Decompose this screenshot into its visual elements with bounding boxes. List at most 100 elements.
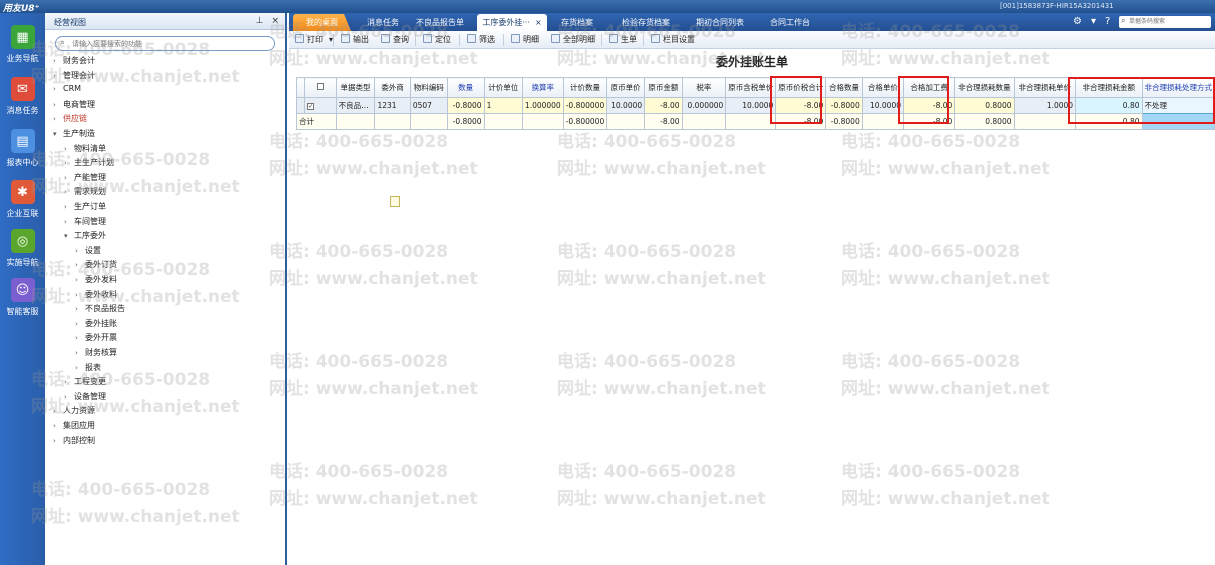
table-cell[interactable]: -8.00 <box>902 97 956 114</box>
column-header[interactable]: 物料编码 <box>409 77 448 98</box>
tree-node[interactable]: › 委外开票 <box>75 332 117 346</box>
select-all-checkbox[interactable] <box>316 83 324 90</box>
chevron-right-icon[interactable]: › <box>75 291 85 299</box>
chevron-right-icon[interactable]: › <box>75 334 85 342</box>
chevron-right-icon[interactable]: › <box>64 393 74 401</box>
table-cell[interactable]: 1.0000 <box>1013 97 1077 114</box>
floating-checkbox[interactable] <box>390 196 400 207</box>
tab-7[interactable]: 合同工作台 <box>759 14 821 31</box>
chevron-right-icon[interactable]: › <box>53 85 63 93</box>
toolbar-button-4[interactable]: 筛选 <box>467 34 495 46</box>
tree-node[interactable]: › 报表 <box>75 362 101 376</box>
toolbar-button-5[interactable]: 明细 <box>511 34 539 46</box>
table-cell[interactable]: 10.0000 <box>861 97 904 114</box>
chevron-down-icon[interactable]: ▾ <box>64 232 74 240</box>
tree-node[interactable]: › 内部控制 <box>53 435 95 449</box>
tree-node[interactable]: › 工程变更 <box>64 376 106 390</box>
column-header[interactable]: 原币价税合计 <box>775 77 827 98</box>
chevron-right-icon[interactable]: › <box>53 407 63 415</box>
tab-6[interactable]: 期初合同列表 <box>685 14 755 31</box>
nav-item-4[interactable]: ◎ 实施导航 <box>0 229 45 277</box>
chevron-right-icon[interactable]: › <box>64 218 74 226</box>
column-header[interactable]: 合格数量 <box>825 77 863 98</box>
column-header[interactable]: 非合理损耗处理方式 <box>1141 77 1215 98</box>
chevron-right-icon[interactable]: › <box>53 437 63 445</box>
column-header[interactable]: 计价数量 <box>562 77 608 98</box>
tree-node[interactable]: ▾ 生产制造 <box>53 128 95 142</box>
tree-node[interactable]: › 不良品报告 <box>75 303 125 317</box>
table-cell[interactable]: 10.0000 <box>606 97 646 114</box>
chevron-right-icon[interactable]: › <box>64 145 74 153</box>
column-header[interactable]: 非合理损耗单价 <box>1013 77 1077 98</box>
table-cell[interactable]: -0.8000 <box>446 97 485 114</box>
table-cell[interactable]: -8.00 <box>775 97 827 114</box>
pin-icon[interactable]: ⊥ <box>256 16 264 26</box>
tree-node[interactable]: › 电商管理 <box>53 99 95 113</box>
chevron-right-icon[interactable]: › <box>75 247 85 255</box>
table-cell[interactable]: -0.800000 <box>562 97 608 114</box>
tree-node[interactable]: › 财务会计 <box>53 55 95 69</box>
chevron-right-icon[interactable]: › <box>64 159 74 167</box>
settings-icon[interactable]: ⚙ <box>1073 16 1082 27</box>
table-cell[interactable]: -0.8000 <box>825 97 863 114</box>
table-cell[interactable]: 不处理 <box>1141 97 1215 114</box>
row-checkbox[interactable]: ✓ <box>307 103 315 110</box>
tab-close-icon[interactable]: × <box>535 18 542 27</box>
chevron-right-icon[interactable]: › <box>64 378 74 386</box>
tree-node[interactable]: › 生产订单 <box>64 201 106 215</box>
chevron-right-icon[interactable]: › <box>64 174 74 182</box>
column-header[interactable]: 换算率 <box>521 77 564 98</box>
column-header[interactable]: 原币单价 <box>606 77 646 98</box>
column-header[interactable]: 合格单价 <box>861 77 904 98</box>
chevron-right-icon[interactable]: › <box>75 364 85 372</box>
tree-node[interactable]: › 物料清单 <box>64 143 106 157</box>
nav-item-5[interactable]: ☺ 智能客服 <box>0 278 45 326</box>
tree-node[interactable]: › CRM <box>53 84 81 98</box>
nav-item-1[interactable]: ✉ 消息任务 <box>0 77 45 125</box>
table-cell[interactable]: 1.000000 <box>521 97 564 114</box>
toolbar-button-7[interactable]: 生单 <box>609 34 637 46</box>
tree-node[interactable]: › 车间管理 <box>64 216 106 230</box>
tree-node[interactable]: › 委外挂账 <box>75 318 117 332</box>
tree-node[interactable]: › 集团应用 <box>53 420 95 434</box>
nav-item-2[interactable]: ▤ 报表中心 <box>0 129 45 177</box>
tab-5[interactable]: 检验存货档案 <box>611 14 681 31</box>
tree-node[interactable]: › 设置 <box>75 245 101 259</box>
chevron-right-icon[interactable]: › <box>75 261 85 269</box>
toolbar-button-1[interactable]: 输出 <box>341 34 369 46</box>
document-search-box[interactable]: ⌕ <box>1119 16 1211 28</box>
column-header[interactable]: 合格加工费 <box>902 77 956 98</box>
toolbar-button-3[interactable]: 定位 <box>423 34 451 46</box>
table-row[interactable]: ✓ 不良品… 1231 0507 -0.8000 1 1.000000 -0.800000 10… <box>295 97 1215 114</box>
chevron-right-icon[interactable]: › <box>53 72 63 80</box>
table-cell[interactable]: 不良品… <box>335 97 376 114</box>
help-icon[interactable]: ? <box>1105 16 1110 27</box>
toolbar-button-2[interactable]: 查询 <box>381 34 409 46</box>
table-cell[interactable]: 1231 <box>374 97 411 114</box>
tab-4[interactable]: 存货档案 <box>547 14 607 31</box>
column-header[interactable]: 原币含税单价 <box>725 77 777 98</box>
tree-node[interactable]: › 委外订货 <box>75 259 117 273</box>
select-all-header[interactable] <box>304 77 337 98</box>
toolbar-button-0[interactable]: 打印 ▾ <box>295 34 333 46</box>
toolbar-button-6[interactable]: 全部明细 <box>551 34 595 46</box>
table-cell[interactable]: 0.000000 <box>681 97 727 114</box>
column-header[interactable]: 非合理损耗金额 <box>1075 77 1143 98</box>
tree-node[interactable]: › 管理会计 <box>53 70 95 84</box>
table-cell[interactable]: 1 <box>483 97 523 114</box>
close-icon[interactable]: × <box>271 16 279 26</box>
tree-node[interactable]: › 人力资源 <box>53 405 95 419</box>
tab-3[interactable]: 工序委外挂··· × <box>477 14 547 31</box>
chevron-right-icon[interactable]: › <box>75 320 85 328</box>
toolbar-button-8[interactable]: 栏目设置 <box>651 34 695 46</box>
tree-node[interactable]: › 委外发料 <box>75 274 117 288</box>
column-header[interactable]: 委外商 <box>374 77 411 98</box>
tree-search-input[interactable] <box>72 38 267 49</box>
chevron-right-icon[interactable]: › <box>75 276 85 284</box>
column-header[interactable]: 单据类型 <box>335 77 376 98</box>
tree-node[interactable]: › 供应链 <box>53 113 87 127</box>
row-select-cell[interactable]: ✓ <box>304 97 337 114</box>
document-search-input[interactable] <box>1129 16 1211 27</box>
table-cell[interactable]: 0507 <box>409 97 448 114</box>
menu-dropdown-icon[interactable]: ▾ <box>1091 16 1096 27</box>
